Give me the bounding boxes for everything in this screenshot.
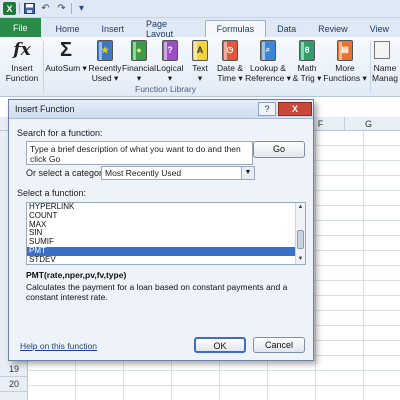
qat-separator xyxy=(19,3,20,14)
logical-label: Logical ▾ xyxy=(156,63,184,83)
recently-used-button[interactable]: ★ Recently Used ▾ xyxy=(86,39,124,83)
name-manager-button[interactable]: Name Manag xyxy=(372,39,400,83)
tab-insert[interactable]: Insert xyxy=(91,20,136,37)
text-button[interactable]: A Text ▾ xyxy=(188,39,212,83)
logical-book-icon: ? xyxy=(162,39,178,61)
insert-function-button[interactable]: fx Insert Function xyxy=(4,39,40,84)
qat-separator xyxy=(71,3,72,14)
recently-used-book-icon: ★ xyxy=(97,39,113,61)
sigma-icon: Σ xyxy=(59,39,72,61)
select-function-label: Select a function: xyxy=(17,188,87,198)
search-input[interactable]: Type a brief description of what you wan… xyxy=(26,141,253,165)
function-list-item[interactable]: MAX xyxy=(27,220,305,230)
category-label: Or select a category: xyxy=(26,168,110,178)
column-header[interactable]: G xyxy=(344,117,392,131)
date-time-book-icon: ◷ xyxy=(222,39,238,61)
help-icon[interactable]: ? xyxy=(258,102,276,116)
go-button[interactable]: Go xyxy=(253,141,305,158)
customize-qat-icon[interactable]: ▾ xyxy=(75,2,88,15)
autosum-label: AutoSum ▾ xyxy=(45,63,87,73)
close-icon[interactable]: X xyxy=(278,102,312,116)
cancel-button[interactable]: Cancel xyxy=(253,337,305,353)
financial-button[interactable]: ● Financial ▾ xyxy=(122,39,156,83)
save-icon[interactable] xyxy=(23,2,36,15)
function-signature: PMT(rate,nper,pv,fv,type) xyxy=(26,270,127,280)
dialog-title-bar[interactable]: Insert Function ? X xyxy=(9,100,313,119)
scroll-up-icon[interactable]: ▲ xyxy=(296,203,305,212)
function-list-item[interactable]: STDEV xyxy=(27,255,305,264)
fx-icon: fx xyxy=(13,40,31,60)
search-label: Search for a function: xyxy=(17,128,103,138)
ribbon-tabs: File Home Insert Page Layout Formulas Da… xyxy=(0,18,400,39)
text-book-icon: A xyxy=(192,39,208,61)
ribbon-separator xyxy=(43,41,44,93)
quick-access-toolbar: X ↶ ↷ ▾ xyxy=(0,0,400,18)
scroll-down-icon[interactable]: ▼ xyxy=(296,255,305,264)
row-header[interactable]: 20 xyxy=(0,377,28,392)
ribbon-formulas: fx Insert Function Σ AutoSum ▾ ★ Recentl… xyxy=(0,37,400,97)
lookup-label: Lookup & Reference ▾ xyxy=(245,63,291,83)
tab-formulas[interactable]: Formulas xyxy=(204,20,267,37)
tab-data[interactable]: Data xyxy=(266,20,307,37)
undo-icon[interactable]: ↶ xyxy=(39,2,52,15)
recently-used-label: Recently Used ▾ xyxy=(88,63,122,83)
lookup-reference-button[interactable]: ⌕ Lookup & Reference ▾ xyxy=(245,39,291,83)
more-functions-book-icon: ▤ xyxy=(337,39,353,61)
help-on-function-link[interactable]: Help on this function xyxy=(20,341,97,351)
text-label: Text ▾ xyxy=(192,63,208,83)
logical-button[interactable]: ? Logical ▾ xyxy=(156,39,184,83)
chevron-down-icon[interactable]: ▼ xyxy=(241,167,254,179)
function-list-item[interactable]: HYPERLINK xyxy=(27,203,305,212)
date-time-button[interactable]: ◷ Date & Time ▾ xyxy=(214,39,246,83)
function-list-item[interactable]: PMT xyxy=(27,246,305,256)
ribbon-separator xyxy=(370,41,371,93)
lookup-book-icon: ⌕ xyxy=(260,39,276,61)
tab-review[interactable]: Review xyxy=(307,20,359,37)
autosum-button[interactable]: Σ AutoSum ▾ xyxy=(45,39,87,73)
financial-book-icon: ● xyxy=(131,39,147,61)
math-trig-button[interactable]: θ Math & Trig ▾ xyxy=(290,39,324,83)
name-manager-label: Name Manag xyxy=(372,63,398,83)
financial-label: Financial ▾ xyxy=(121,63,157,83)
more-functions-label: More Functions ▾ xyxy=(323,63,367,83)
more-functions-button[interactable]: ▤ More Functions ▾ xyxy=(322,39,368,83)
ok-button[interactable]: OK xyxy=(194,337,246,353)
function-list-item[interactable]: SUMIF xyxy=(27,237,305,247)
tab-file[interactable]: File xyxy=(0,18,41,37)
insert-function-label: Insert Function xyxy=(5,63,39,83)
redo-icon[interactable]: ↷ xyxy=(55,2,68,15)
tab-home[interactable]: Home xyxy=(45,20,91,37)
excel-logo-icon[interactable]: X xyxy=(3,2,16,15)
function-list-item[interactable]: SIN xyxy=(27,229,305,238)
dialog-title: Insert Function xyxy=(15,104,75,114)
scrollbar-thumb[interactable] xyxy=(297,230,304,249)
math-trig-label: Math & Trig ▾ xyxy=(292,63,322,83)
date-time-label: Date & Time ▾ xyxy=(217,63,243,83)
tab-page-layout[interactable]: Page Layout xyxy=(135,19,205,39)
function-list[interactable]: HYPERLINK COUNT MAX SIN SUMIF PMT STDEV ▲ ▼ xyxy=(26,202,306,265)
category-value: Most Recently Used xyxy=(105,168,182,178)
row-header[interactable]: 19 xyxy=(0,362,28,377)
tab-view[interactable]: View xyxy=(359,20,400,37)
function-list-scrollbar[interactable]: ▲ ▼ xyxy=(295,203,305,264)
category-select[interactable]: Most Recently Used ▼ xyxy=(101,166,255,180)
name-manager-icon xyxy=(374,41,390,59)
function-list-item[interactable]: COUNT xyxy=(27,211,305,221)
function-library-group-label: Function Library xyxy=(135,84,196,94)
math-trig-book-icon: θ xyxy=(299,39,315,61)
insert-function-dialog: Insert Function ? X Search for a functio… xyxy=(8,99,314,361)
function-description: Calculates the payment for a loan based … xyxy=(26,282,288,302)
